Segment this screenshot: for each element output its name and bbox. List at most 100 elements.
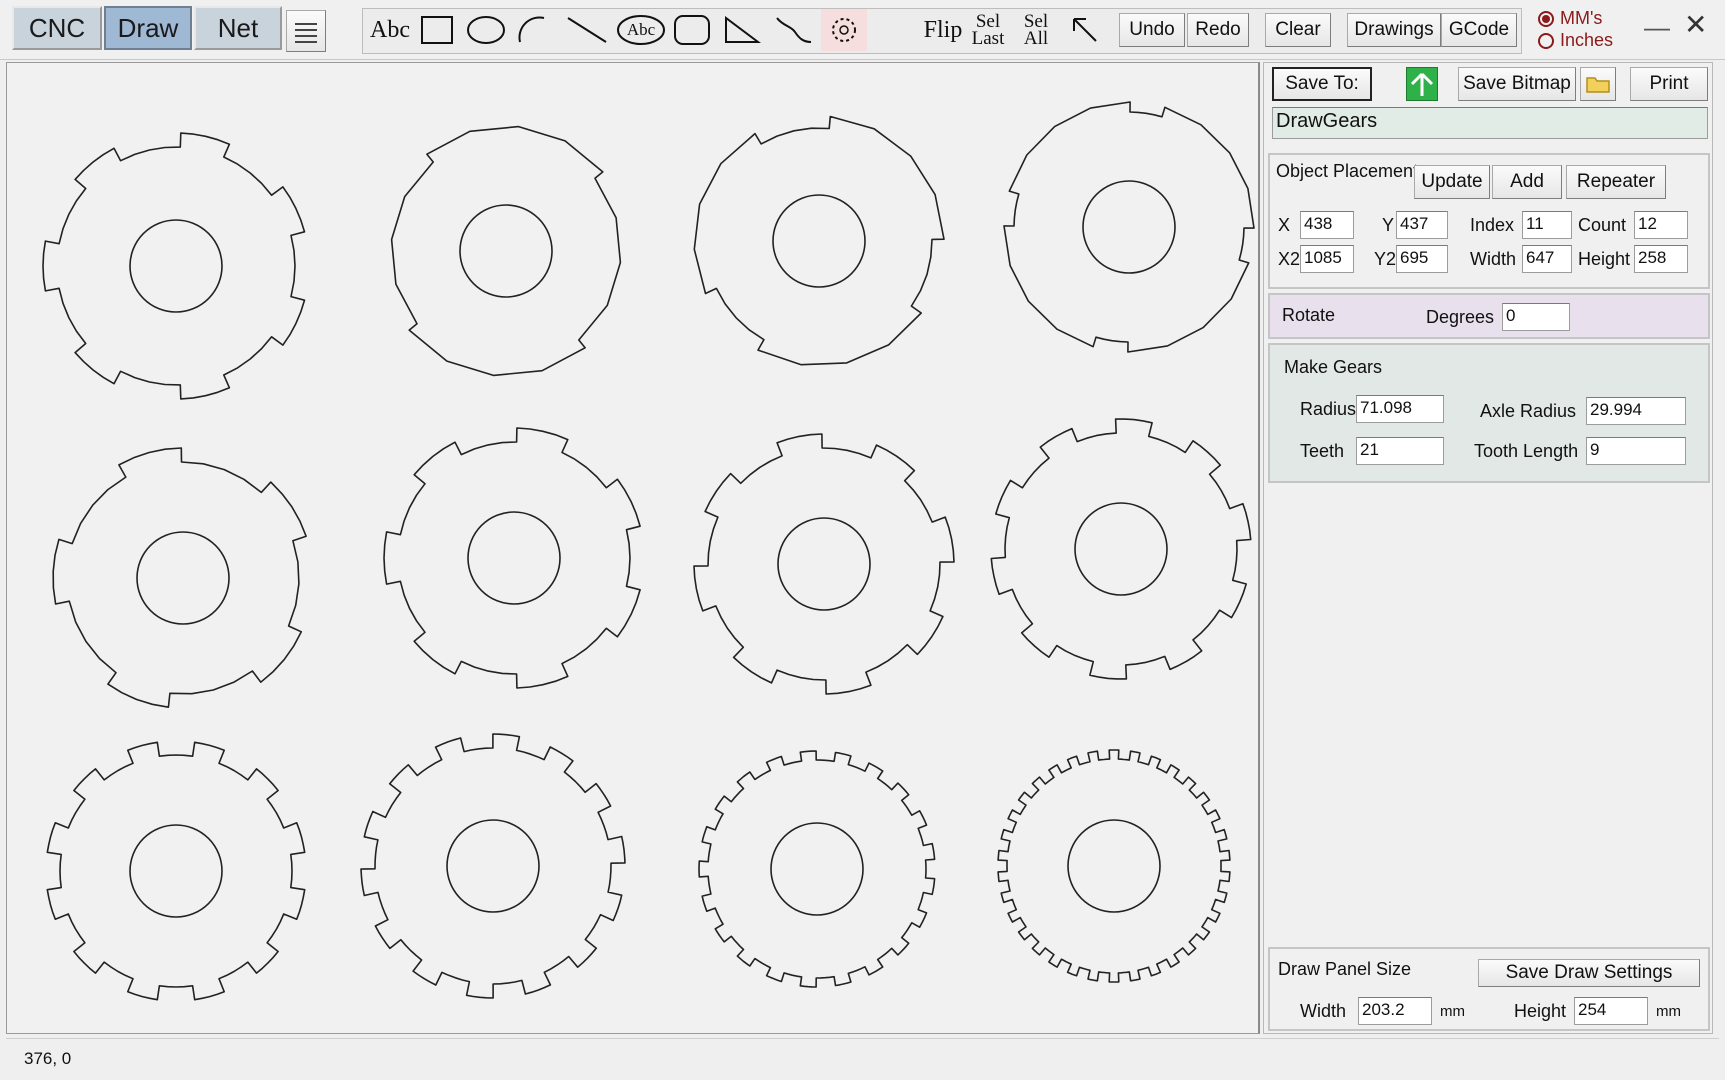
degrees-field[interactable]: 0 — [1502, 303, 1570, 331]
gear-tool-icon[interactable] — [821, 9, 867, 51]
gear-outline[interactable] — [52, 447, 307, 708]
rounded-rectangle-tool-icon[interactable] — [669, 9, 715, 51]
status-bar: 376, 0 — [6, 1038, 1719, 1076]
gear-axle-hole — [1067, 819, 1161, 913]
gear-axle-hole — [136, 531, 230, 625]
x2-field[interactable]: 1085 — [1300, 245, 1354, 273]
unit-inches-radio[interactable]: Inches — [1538, 30, 1613, 51]
save-bitmap-button[interactable]: Save Bitmap — [1458, 67, 1576, 101]
x2-label: X2 — [1278, 249, 1301, 269]
gear-axle-hole — [772, 194, 866, 288]
gear-outline[interactable] — [997, 749, 1231, 983]
gear-outline[interactable] — [46, 741, 306, 1001]
gear-axle-hole — [777, 517, 871, 611]
make-gears-panel: Make Gears Radius 71.098 Axle Radius 29.… — [1268, 343, 1710, 483]
radio-unchecked-icon — [1538, 32, 1554, 49]
close-button[interactable]: ✕ — [1684, 8, 1707, 41]
index-label: Index — [1470, 215, 1515, 235]
tooth-length-field[interactable]: 9 — [1586, 437, 1686, 465]
draw-panel-size-title: Draw Panel Size — [1278, 959, 1412, 979]
gear-axle-hole — [1082, 180, 1176, 274]
gear-axle-hole — [467, 511, 561, 605]
index-field[interactable]: 11 — [1522, 211, 1572, 239]
select-last-button[interactable]: Sel Last — [963, 9, 1013, 51]
tooth-length-label: Tooth Length — [1474, 441, 1579, 461]
height-label: Height — [1578, 249, 1631, 269]
print-button[interactable]: Print — [1630, 67, 1708, 101]
object-placement-panel: Object Placement Update Add Repeater X 4… — [1268, 153, 1710, 289]
upload-arrow-icon[interactable] — [1406, 67, 1438, 101]
panel-width-field[interactable]: 203.2 — [1358, 997, 1432, 1025]
text-tool[interactable]: Abc — [367, 9, 413, 51]
cnc-mode-tab[interactable]: CNC — [12, 6, 102, 50]
drawings-button[interactable]: Drawings — [1347, 13, 1441, 47]
gear-outline[interactable] — [693, 115, 945, 366]
make-gears-title: Make Gears — [1284, 357, 1383, 377]
x-field[interactable]: 438 — [1300, 211, 1354, 239]
panel-height-unit: mm — [1656, 1003, 1681, 1020]
unit-mm-radio[interactable]: MM's — [1538, 8, 1602, 29]
height-field[interactable]: 258 — [1634, 245, 1688, 273]
radius-label: Radius — [1300, 399, 1357, 419]
y2-field[interactable]: 695 — [1396, 245, 1448, 273]
width-field[interactable]: 647 — [1522, 245, 1572, 273]
menu-list-button[interactable] — [286, 10, 326, 52]
gear-outline[interactable] — [360, 733, 626, 999]
axle-radius-label: Axle Radius — [1480, 401, 1577, 421]
count-field[interactable]: 12 — [1634, 211, 1688, 239]
line-tool-icon[interactable] — [561, 9, 613, 51]
redo-button[interactable]: Redo — [1187, 13, 1249, 47]
object-placement-title: Object Placement — [1276, 161, 1419, 181]
gear-outline[interactable] — [990, 418, 1252, 680]
folder-icon — [1586, 77, 1610, 93]
y-field[interactable]: 437 — [1396, 211, 1448, 239]
net-mode-tab[interactable]: Net — [194, 6, 282, 50]
width-label: Width — [1470, 249, 1517, 269]
panel-width-label: Width — [1300, 1001, 1347, 1021]
rotate-title: Rotate — [1282, 305, 1336, 325]
ellipse-tool-icon[interactable] — [463, 9, 509, 51]
gear-axle-hole — [1074, 502, 1168, 596]
select-all-button[interactable]: Sel All — [1013, 9, 1059, 51]
save-draw-settings-button[interactable]: Save Draw Settings — [1478, 959, 1700, 987]
arc-tool-icon[interactable] — [511, 9, 557, 51]
gear-outline[interactable] — [383, 427, 641, 689]
gear-outline[interactable] — [698, 750, 936, 988]
clear-button[interactable]: Clear — [1265, 13, 1331, 47]
curve-tool-icon[interactable] — [769, 9, 819, 51]
count-label: Count — [1578, 215, 1627, 235]
radius-field[interactable]: 71.098 — [1356, 395, 1444, 423]
gear-outline[interactable] — [1003, 101, 1255, 353]
gear-outline[interactable] — [390, 125, 622, 377]
text-oval-tool[interactable]: Abc — [615, 9, 667, 51]
panel-height-field[interactable]: 254 — [1574, 997, 1648, 1025]
save-to-button[interactable]: Save To: — [1272, 67, 1372, 101]
y2-label: Y2 — [1374, 249, 1397, 269]
repeater-button[interactable]: Repeater — [1566, 165, 1666, 199]
pointer-arrow-icon[interactable] — [1063, 9, 1107, 51]
gear-axle-hole — [129, 824, 223, 918]
side-panel: Save To: Save Bitmap Print DrawGears Obj… — [1263, 62, 1713, 1034]
rectangle-tool-icon[interactable] — [415, 9, 459, 51]
cursor-coordinates: 376, 0 — [24, 1049, 72, 1068]
triangle-tool-icon[interactable] — [717, 9, 767, 51]
add-button[interactable]: Add — [1492, 165, 1562, 199]
gear-outline[interactable] — [42, 132, 306, 400]
degrees-label: Degrees — [1426, 307, 1495, 327]
drawing-canvas[interactable] — [6, 62, 1260, 1034]
gear-axle-hole — [446, 819, 540, 913]
axle-radius-field[interactable]: 29.994 — [1586, 397, 1686, 425]
update-button[interactable]: Update — [1414, 165, 1490, 199]
gear-drawing[interactable] — [7, 63, 1259, 1033]
draw-mode-tab[interactable]: Draw — [104, 6, 192, 50]
gear-axle-hole — [129, 219, 223, 313]
panel-width-unit: mm — [1440, 1003, 1465, 1020]
save-filename-field[interactable]: DrawGears — [1272, 107, 1708, 139]
radio-checked-icon — [1538, 10, 1554, 27]
minimize-button[interactable]: — — [1644, 12, 1670, 43]
teeth-field[interactable]: 21 — [1356, 437, 1444, 465]
gcode-button[interactable]: GCode — [1441, 13, 1517, 47]
gear-outline[interactable] — [693, 433, 955, 695]
open-folder-button[interactable] — [1580, 67, 1616, 101]
undo-button[interactable]: Undo — [1119, 13, 1185, 47]
